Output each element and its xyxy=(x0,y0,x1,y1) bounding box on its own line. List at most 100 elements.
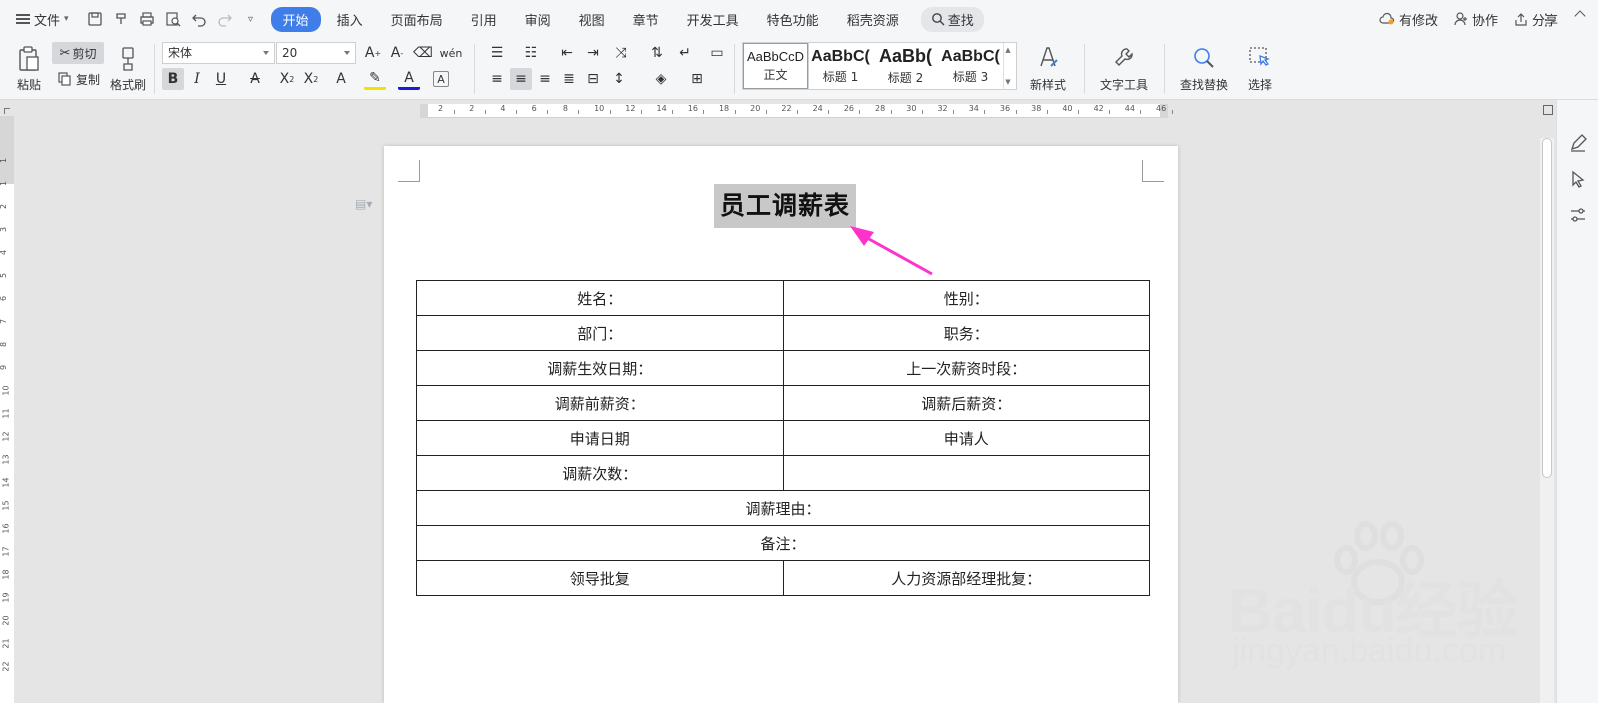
table-cell[interactable]: 性别： xyxy=(782,280,1150,316)
search-tab[interactable]: 查找 xyxy=(920,6,984,32)
paste-button[interactable]: 粘贴 xyxy=(10,42,48,96)
character-border-icon[interactable]: A xyxy=(433,71,449,87)
table-cell-merged[interactable]: 调薪理由： xyxy=(416,490,1150,526)
table-cell[interactable]: 部门： xyxy=(416,315,784,351)
line-spacing-icon[interactable]: ↕ xyxy=(608,68,630,90)
style-heading-2[interactable]: AaBb( 标题 2 xyxy=(873,43,938,89)
find-replace-button[interactable]: 查找替换 xyxy=(1172,42,1236,96)
align-center-icon[interactable]: ≡ xyxy=(510,68,532,90)
collaborate-button[interactable]: 协作 xyxy=(1454,10,1498,29)
align-right-icon[interactable]: ≡ xyxy=(534,68,556,90)
table-cell[interactable]: 上一次薪资时段： xyxy=(782,350,1150,386)
format-painter-quick-icon[interactable] xyxy=(111,9,131,29)
pointer-icon[interactable] xyxy=(1569,170,1587,188)
tab-docer-resources[interactable]: 稻壳资源 xyxy=(835,7,911,32)
ruler-tick xyxy=(984,110,986,114)
table-cell[interactable]: 申请日期 xyxy=(416,420,784,456)
superscript-button[interactable]: X2 xyxy=(276,68,298,90)
bold-button[interactable]: B xyxy=(162,68,184,90)
split-view-icon[interactable] xyxy=(1543,105,1553,115)
table-cell[interactable]: 申请人 xyxy=(782,420,1150,456)
increase-indent-icon[interactable]: ⇥ xyxy=(582,42,604,64)
table-cell[interactable]: 调薪生效日期： xyxy=(416,350,784,386)
text-effect-icon[interactable]: A xyxy=(330,68,352,90)
ruler-number: 14 xyxy=(1,477,11,488)
ruler-tab-selector[interactable] xyxy=(4,108,10,114)
table-cell[interactable] xyxy=(782,455,1150,491)
format-painter-button[interactable]: 格式刷 xyxy=(108,42,148,96)
changes-button[interactable]: 有修改 xyxy=(1379,10,1438,29)
scrollbar-thumb[interactable] xyxy=(1542,138,1552,478)
strikethrough-button[interactable]: A xyxy=(244,68,266,90)
select-label: 选择 xyxy=(1247,77,1272,92)
table-cell[interactable]: 调薪后薪资： xyxy=(782,385,1150,421)
tab-references[interactable]: 引用 xyxy=(459,7,509,32)
save-icon[interactable] xyxy=(85,9,105,29)
table-cell[interactable]: 领导批复 xyxy=(416,560,784,596)
tab-insert[interactable]: 插入 xyxy=(325,7,375,32)
distributed-align-icon[interactable]: ⊟ xyxy=(582,68,604,90)
file-menu[interactable]: 文件 ▾ xyxy=(10,10,75,29)
numbered-list-icon[interactable]: ☷ xyxy=(520,42,542,64)
shrink-font-icon[interactable]: A- xyxy=(386,42,408,64)
phonetic-guide-icon[interactable]: wén xyxy=(440,42,463,64)
more-options-icon[interactable]: ⋮ xyxy=(1538,10,1554,29)
clear-format-icon[interactable]: ⌫ xyxy=(412,42,434,64)
text-tools-button[interactable]: 文字工具 xyxy=(1092,42,1156,96)
tab-chapter[interactable]: 章节 xyxy=(621,7,671,32)
new-style-button[interactable]: 新样式 xyxy=(1022,42,1074,96)
align-left-icon[interactable]: ≡ xyxy=(486,68,508,90)
document-title[interactable]: 员工调薪表 xyxy=(714,184,857,228)
font-size-select[interactable]: 20 xyxy=(276,42,356,64)
redo-icon[interactable] xyxy=(215,9,235,29)
grow-font-icon[interactable]: A + xyxy=(362,42,384,64)
italic-button[interactable]: I xyxy=(186,68,208,90)
tab-start[interactable]: 开始 xyxy=(270,6,321,32)
select-button[interactable]: 选择 xyxy=(1240,42,1280,96)
tab-page-layout[interactable]: 页面布局 xyxy=(379,7,455,32)
chinese-layout-icon[interactable]: ⤨ xyxy=(610,42,632,64)
horizontal-ruler[interactable]: 2 2 4 6 8 10 12 14 16 18 20 22 24 26 28 30 32 34 36 38 40 42 4… xyxy=(420,104,1173,118)
shading-icon[interactable]: ◈ xyxy=(650,68,672,90)
font-color-icon[interactable]: A xyxy=(398,68,420,90)
document-page[interactable]: 员工调薪表 姓名： 性别： 部门： 职务： 调薪生效日期： 上一次薪资时段： 调… xyxy=(384,146,1178,703)
style-normal[interactable]: AaBbCcD 正文 xyxy=(742,42,809,90)
decrease-indent-icon[interactable]: ⇤ xyxy=(556,42,578,64)
table-cell[interactable]: 调薪次数： xyxy=(416,455,784,491)
tab-special-features[interactable]: 特色功能 xyxy=(755,7,831,32)
tab-view[interactable]: 视图 xyxy=(567,7,617,32)
tab-developer[interactable]: 开发工具 xyxy=(675,7,751,32)
ruler-toggle-icon[interactable]: ▭ xyxy=(706,42,728,64)
show-marks-icon[interactable]: ↵ xyxy=(674,42,696,64)
subscript-button[interactable]: X2 xyxy=(300,68,322,90)
table-cell[interactable]: 姓名： xyxy=(416,280,784,316)
table-cell[interactable]: 职务： xyxy=(782,315,1150,351)
justify-icon[interactable]: ≣ xyxy=(558,68,580,90)
print-icon[interactable] xyxy=(137,9,157,29)
style-heading-3[interactable]: AaBbC( 标题 3 xyxy=(938,43,1003,89)
table-cell-merged[interactable]: 备注： xyxy=(416,525,1150,561)
table-cell[interactable]: 调薪前薪资： xyxy=(416,385,784,421)
wrench-icon xyxy=(1115,47,1133,66)
sort-icon[interactable]: ⇅ xyxy=(646,42,668,64)
style-heading-1[interactable]: AaBbC( 标题 1 xyxy=(808,43,873,89)
vertical-ruler[interactable]: 112345678910111213141516171819202122 xyxy=(0,116,14,703)
pen-icon[interactable] xyxy=(1569,134,1587,152)
vertical-scrollbar[interactable] xyxy=(1540,138,1554,703)
gallery-scroll[interactable]: ▲ ▼ xyxy=(1003,43,1012,89)
collapse-ribbon-icon[interactable] xyxy=(1574,10,1586,22)
print-preview-icon[interactable] xyxy=(163,9,183,29)
customize-toolbar-icon[interactable]: ▿ xyxy=(241,9,261,29)
table-cell[interactable]: 人力资源部经理批复： xyxy=(782,560,1150,596)
tab-review[interactable]: 审阅 xyxy=(513,7,563,32)
borders-icon[interactable]: ⊞ xyxy=(686,68,708,90)
undo-icon[interactable] xyxy=(189,9,209,29)
bullet-list-icon[interactable]: ☰ xyxy=(486,42,508,64)
underline-button[interactable]: U xyxy=(210,68,232,90)
highlight-color-icon[interactable]: ✎ xyxy=(364,68,386,90)
copy-button[interactable]: 复制 xyxy=(54,68,104,90)
paragraph-options-icon[interactable]: ▤▾ xyxy=(355,197,372,211)
cut-button[interactable]: ✂ 剪切 xyxy=(52,42,104,64)
sliders-icon[interactable] xyxy=(1569,206,1587,224)
font-name-select[interactable]: 宋体 xyxy=(162,42,275,64)
